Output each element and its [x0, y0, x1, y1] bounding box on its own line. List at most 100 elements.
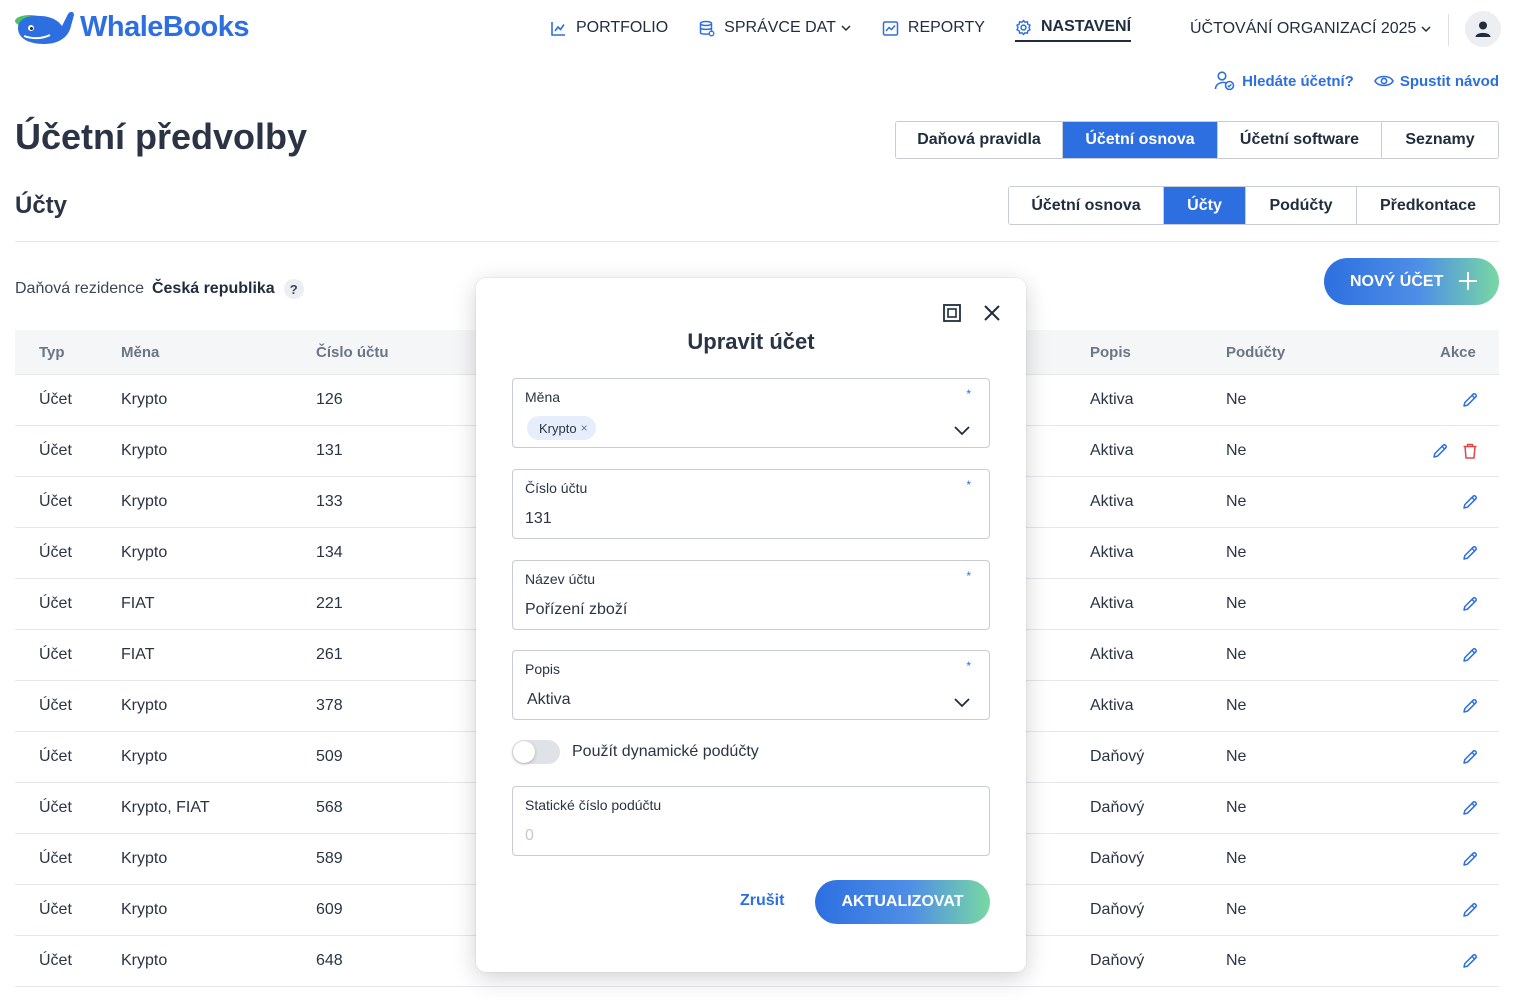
organization-selector[interactable]: ÚČTOVÁNÍ ORGANIZACÍ 2025 — [1190, 20, 1432, 38]
edit-icon[interactable] — [1461, 799, 1479, 822]
cell-currency: Krypto — [121, 952, 168, 969]
chevron-down-icon — [841, 25, 851, 32]
tax-residence-label: Daňová rezidence — [15, 280, 144, 297]
nav-data-manager-label: SPRÁVCE DAT — [724, 19, 836, 36]
dynamic-subaccounts-toggle[interactable] — [512, 740, 560, 764]
account-name-field[interactable]: Název účtu * Pořízení zboží — [512, 560, 990, 630]
dialog-title: Upravit účet — [687, 329, 815, 354]
nav-portfolio[interactable]: PORTFOLIO — [550, 19, 668, 41]
edit-icon[interactable] — [1461, 850, 1479, 873]
chip-remove-icon[interactable]: × — [581, 421, 588, 435]
tax-residence-value: Česká republika — [151, 280, 275, 297]
cell-description: Aktiva — [1090, 646, 1134, 663]
whale-icon — [15, 11, 74, 44]
cell-currency: FIAT — [121, 595, 155, 612]
static-subaccount-field[interactable]: Statické číslo podúčtu 0 — [512, 786, 990, 856]
cell-subaccounts: Ne — [1226, 391, 1247, 408]
start-guide-link[interactable]: Spustit návod — [1373, 73, 1499, 90]
cell-subaccounts: Ne — [1226, 952, 1247, 969]
delete-icon[interactable] — [1461, 442, 1479, 465]
edit-icon[interactable] — [1461, 493, 1479, 516]
tab-chart-of-accounts[interactable]: Účetní osnova — [1063, 122, 1218, 158]
plus-icon — [1459, 272, 1477, 290]
cell-account-number: 568 — [316, 799, 343, 816]
column-header-type[interactable]: Typ — [39, 344, 65, 361]
tab-accounting-software[interactable]: Účetní software — [1218, 122, 1382, 158]
cell-account-number: 589 — [316, 850, 343, 867]
subtab-chart-of-accounts[interactable]: Účetní osnova — [1009, 187, 1164, 224]
cell-type: Účet — [39, 748, 72, 765]
brand-name: WhaleBooks — [80, 10, 250, 43]
cell-description: Daňový — [1090, 850, 1145, 867]
section-divider — [15, 241, 1499, 242]
tab-lists[interactable]: Seznamy — [1382, 122, 1498, 158]
edit-icon[interactable] — [1461, 952, 1479, 975]
user-avatar[interactable] — [1465, 11, 1501, 47]
cell-currency: Krypto — [121, 748, 168, 765]
cell-description: Aktiva — [1090, 595, 1134, 612]
cell-description: Aktiva — [1090, 442, 1134, 459]
main-tabs: Daňová pravidla Účetní osnova Účetní sof… — [895, 121, 1499, 159]
cell-currency: Krypto — [121, 697, 168, 714]
required-marker: * — [966, 387, 971, 401]
cell-subaccounts: Ne — [1226, 901, 1247, 918]
cell-subaccounts: Ne — [1226, 799, 1247, 816]
cell-description: Aktiva — [1090, 697, 1134, 714]
nav-portfolio-label: PORTFOLIO — [576, 19, 669, 36]
required-marker: * — [966, 569, 971, 583]
cell-account-number: 648 — [316, 952, 343, 969]
cell-currency: Krypto — [121, 544, 168, 561]
column-header-description[interactable]: Popis — [1090, 344, 1131, 361]
edit-icon[interactable] — [1461, 646, 1479, 669]
currency-chip-label: Krypto — [539, 420, 577, 436]
maximize-icon[interactable] — [942, 303, 962, 323]
edit-icon[interactable] — [1461, 544, 1479, 567]
nav-settings[interactable]: NASTAVENÍ — [1014, 18, 1132, 42]
nav-reports[interactable]: REPORTY — [882, 19, 985, 41]
help-links: Hledáte účetní? Spustit návod — [1194, 70, 1499, 92]
edit-icon[interactable] — [1431, 442, 1449, 465]
currency-label: Měna — [525, 389, 561, 405]
column-header-subaccounts[interactable]: Podúčty — [1226, 344, 1285, 361]
tab-tax-rules[interactable]: Daňová pravidla — [896, 122, 1063, 158]
subtab-subaccounts[interactable]: Podúčty — [1246, 187, 1357, 224]
edit-icon[interactable] — [1461, 901, 1479, 924]
find-accountant-link[interactable]: Hledáte účetní? — [1214, 70, 1354, 92]
chart-line-icon — [551, 21, 565, 36]
nav-reports-label: REPORTY — [907, 19, 985, 36]
chevron-down-icon[interactable] — [953, 693, 971, 711]
column-header-account-number[interactable]: Číslo účtu — [316, 344, 389, 361]
tax-residence: Daňová rezidence Česká republika ? — [15, 279, 304, 299]
cell-account-number: 261 — [316, 646, 343, 663]
edit-icon[interactable] — [1461, 391, 1479, 414]
cell-type: Účet — [39, 391, 72, 408]
subtab-accounts[interactable]: Účty — [1164, 187, 1246, 224]
cancel-button[interactable]: Zrušit — [740, 892, 784, 910]
close-icon[interactable] — [982, 303, 1002, 323]
cell-currency: Krypto — [121, 850, 168, 867]
account-number-field[interactable]: Číslo účtu * 131 — [512, 469, 990, 539]
edit-icon[interactable] — [1461, 748, 1479, 771]
cell-account-number: 131 — [316, 442, 343, 459]
column-header-currency[interactable]: Měna — [121, 344, 159, 361]
new-account-label: NOVÝ ÚČET — [1350, 272, 1444, 290]
brand-logo[interactable]: WhaleBooks — [14, 6, 250, 48]
edit-icon[interactable] — [1461, 697, 1479, 720]
update-button[interactable]: AKTUALIZOVAT — [815, 880, 990, 924]
cell-type: Účet — [39, 595, 72, 612]
currency-select[interactable]: Měna * Krypto × — [512, 378, 990, 448]
help-icon[interactable]: ? — [283, 279, 304, 299]
cell-currency: Krypto — [121, 442, 168, 459]
gear-icon — [1016, 18, 1031, 36]
chevron-down-icon[interactable] — [953, 421, 971, 439]
edit-icon[interactable] — [1461, 595, 1479, 618]
description-select[interactable]: Popis * Aktiva — [512, 650, 990, 720]
cell-account-number: 509 — [316, 748, 343, 765]
new-account-button[interactable]: NOVÝ ÚČET — [1324, 258, 1499, 305]
sub-tabs: Účetní osnova Účty Podúčty Předkontace — [1008, 186, 1500, 225]
static-subaccount-label: Statické číslo podúčtu — [525, 797, 662, 813]
nav-data-manager[interactable]: SPRÁVCE DAT — [698, 19, 852, 41]
subtab-postings[interactable]: Předkontace — [1357, 187, 1499, 224]
dynamic-subaccounts-label: Použít dynamické podúčty — [572, 743, 759, 760]
cell-subaccounts: Ne — [1226, 442, 1247, 459]
